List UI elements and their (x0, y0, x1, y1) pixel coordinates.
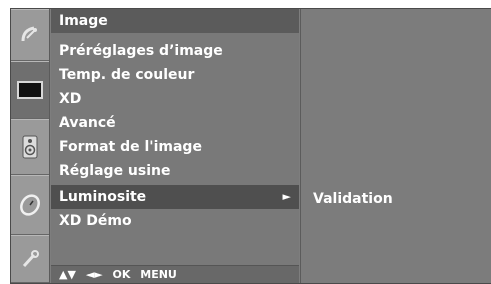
menu-item-advanced[interactable]: Avancé (51, 111, 299, 135)
menu-item-label: Luminosite (59, 189, 147, 205)
menu-hint: MENU (140, 268, 177, 281)
menu-item-xd[interactable]: XD (51, 87, 299, 111)
wrench-icon (22, 250, 39, 268)
time-category-button[interactable] (11, 175, 49, 235)
navigation-hint: ▲▼ ◄► OK MENU (51, 265, 299, 283)
menu-item-factory-reset[interactable]: Réglage usine (51, 159, 299, 183)
submenu-panel: Validation (300, 9, 491, 283)
menu-item-color-temperature[interactable]: Temp. de couleur (51, 63, 299, 87)
menu-item-picture-presets[interactable]: Préréglages d’image (51, 39, 299, 63)
picture-category-button[interactable] (11, 61, 49, 119)
setup-category-button[interactable] (11, 9, 49, 61)
submenu-validation-option[interactable]: Validation (313, 187, 393, 211)
clock-icon (20, 194, 40, 216)
left-right-arrows-icon: ◄► (85, 268, 103, 281)
menu-category-bar (11, 9, 50, 283)
menu-item-label: Réglage usine (59, 163, 171, 179)
menu-title: Image (51, 9, 299, 33)
menu-item-label: XD Démo (59, 213, 132, 229)
osd-panel: Image Préréglages d’image Temp. de coule… (10, 8, 491, 284)
picture-icon (17, 81, 43, 99)
speaker-icon (22, 135, 38, 159)
menu-item-aspect-ratio[interactable]: Format de l'image (51, 135, 299, 159)
menu-item-xd-demo[interactable]: XD Démo (51, 209, 299, 233)
audio-category-button[interactable] (11, 119, 49, 175)
up-down-arrows-icon: ▲▼ (59, 268, 76, 281)
ok-hint: OK (112, 268, 131, 281)
picture-menu: Image Préréglages d’image Temp. de coule… (51, 9, 299, 283)
arrow-right-icon: ► (282, 190, 291, 203)
option-category-button[interactable] (11, 235, 49, 283)
menu-item-label: Format de l'image (59, 139, 202, 155)
menu-item-label: Préréglages d’image (59, 43, 223, 59)
menu-item-brightness[interactable]: Luminosite ► (51, 185, 299, 209)
menu-item-label: XD (59, 91, 82, 107)
menu-item-label: Temp. de couleur (59, 67, 195, 83)
menu-item-label: Avancé (59, 115, 116, 131)
satellite-dish-icon (21, 26, 37, 42)
